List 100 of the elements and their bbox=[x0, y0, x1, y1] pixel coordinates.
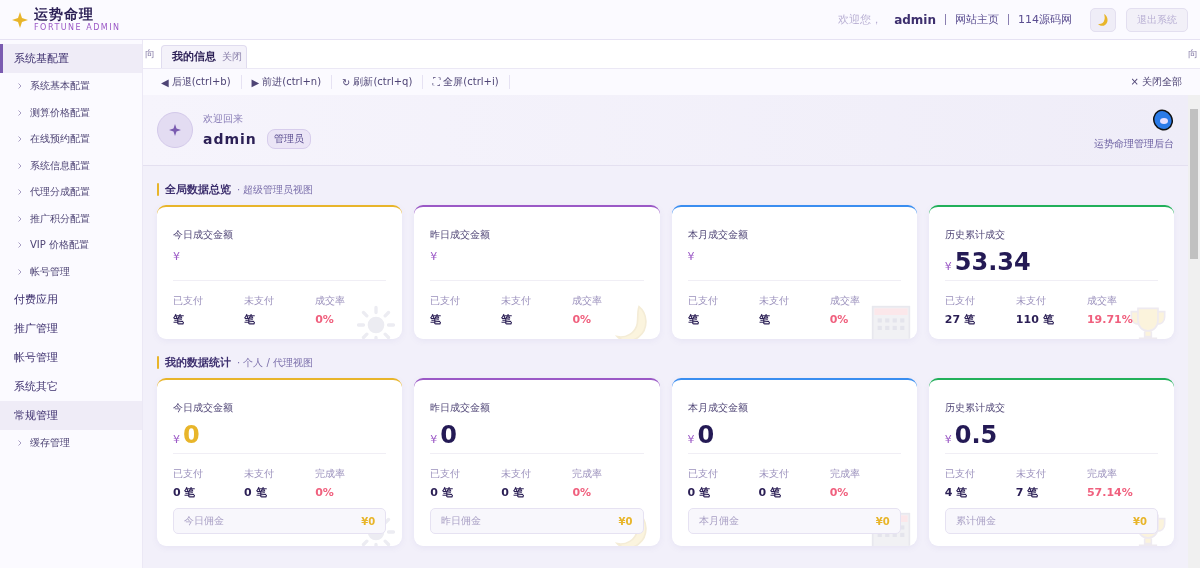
user-name: admin bbox=[894, 12, 936, 27]
sidebar-item[interactable]: 代理分成配置 bbox=[0, 179, 142, 206]
currency-symbol: ¥ bbox=[173, 250, 180, 263]
chevron-icon bbox=[18, 136, 22, 143]
role-badge: 管理员 bbox=[266, 128, 311, 149]
stat-label: 未支付 bbox=[501, 294, 532, 308]
stat-value: 0% bbox=[829, 313, 849, 326]
welcome-user: admin bbox=[203, 130, 257, 147]
header-link[interactable]: 网站主页 bbox=[955, 12, 999, 27]
sidebar-item[interactable]: 测算价格配置 bbox=[0, 99, 142, 126]
stat-label: 已支付 bbox=[173, 294, 203, 308]
stat-label: 成交率 bbox=[829, 294, 860, 308]
section-subtitle: · 个人 / 代理视图 bbox=[237, 355, 314, 370]
stat-value: 笔 bbox=[430, 312, 442, 327]
currency-symbol: ¥ bbox=[944, 433, 952, 446]
chevron-icon bbox=[18, 109, 22, 116]
moon-icon bbox=[1097, 13, 1109, 26]
stat-label: 未支付 bbox=[1015, 294, 1046, 308]
sparkle-icon bbox=[12, 11, 28, 28]
sidebar-item[interactable]: 系统信息配置 bbox=[0, 152, 142, 179]
stat-value: 0 笔 bbox=[687, 485, 710, 500]
app-title: 运势命理 bbox=[34, 7, 95, 21]
welcome-text: 欢迎回来 bbox=[203, 111, 244, 126]
chevron-icon bbox=[18, 162, 22, 169]
scroll-left-arrow[interactable]: 向 bbox=[145, 47, 155, 61]
commission-value: ¥0 bbox=[1133, 515, 1147, 527]
sidebar-item[interactable]: 在线预约配置 bbox=[0, 126, 142, 153]
app-subtitle: FORTUNE ADMIN bbox=[34, 24, 121, 32]
stat-value: 笔 bbox=[687, 312, 699, 327]
toolbar-button[interactable]: ◀ 后退(ctrl+b) bbox=[161, 75, 242, 89]
stat-label: 未支付 bbox=[501, 467, 532, 481]
stat-label: 成交率 bbox=[1086, 294, 1117, 308]
section-title: 我的数据统计 bbox=[165, 355, 231, 370]
chevron-icon bbox=[18, 215, 22, 222]
stat-value: 0 笔 bbox=[758, 485, 782, 500]
stat-value: 笔 bbox=[501, 312, 513, 327]
stat-label: 未支付 bbox=[758, 294, 789, 308]
stat-label: 已支付 bbox=[944, 294, 975, 308]
stat-value: 27 笔 bbox=[944, 312, 975, 327]
card-title: 本月成交金额 bbox=[687, 228, 748, 242]
commission-label: 本月佣金 bbox=[698, 514, 739, 528]
sidebar-item[interactable]: 系统基本配置 bbox=[0, 73, 142, 100]
sidebar-item[interactable]: VIP 价格配置 bbox=[0, 232, 142, 259]
header-link[interactable]: 114源码网 bbox=[1018, 12, 1072, 27]
currency-symbol: ¥ bbox=[687, 433, 695, 446]
tab[interactable]: 我的信息 关闭 bbox=[161, 45, 247, 68]
calendar-icon bbox=[870, 305, 911, 339]
stat-value: 0% bbox=[572, 486, 592, 499]
sidebar-group[interactable]: 系统基配置 bbox=[0, 44, 142, 73]
stat-label: 成交率 bbox=[315, 294, 346, 308]
currency-symbol: ¥ bbox=[430, 433, 438, 446]
toolbar-button[interactable]: ↻ 刷新(ctrl+q) bbox=[332, 75, 424, 89]
stat-label: 成交率 bbox=[572, 294, 603, 308]
stat-value: 0 笔 bbox=[173, 485, 196, 500]
stat-label: 已支付 bbox=[173, 467, 203, 481]
stat-value: 笔 bbox=[758, 312, 770, 327]
toolbar-button[interactable]: ⛶ 全屏(ctrl+i) bbox=[423, 75, 510, 89]
card-title: 历史累计成交 bbox=[944, 228, 1005, 242]
amount-value: 0 bbox=[697, 423, 715, 447]
commission-value: ¥0 bbox=[875, 515, 890, 527]
sidebar-item[interactable]: 推广积分配置 bbox=[0, 205, 142, 232]
stat-value: 110 笔 bbox=[1015, 312, 1054, 327]
stat-value: 19.71% bbox=[1086, 313, 1133, 326]
chevron-icon bbox=[18, 83, 22, 90]
commission-label: 今日佣金 bbox=[184, 514, 224, 528]
stat-label: 已支付 bbox=[430, 467, 461, 481]
stat-value: 0 笔 bbox=[430, 485, 453, 500]
sidebar-group[interactable]: 帐号管理 bbox=[0, 343, 142, 372]
scroll-right-arrow[interactable]: 向 bbox=[1188, 47, 1198, 61]
stat-label: 完成率 bbox=[829, 467, 860, 481]
stat-label: 已支付 bbox=[944, 467, 975, 481]
sidebar-item[interactable]: 帐号管理 bbox=[0, 258, 142, 285]
theme-toggle-button[interactable] bbox=[1090, 7, 1116, 32]
amount-value: 0 bbox=[440, 423, 457, 447]
close-all-button[interactable]: × 关闭全部 bbox=[1130, 75, 1182, 89]
amount-value: 0.5 bbox=[954, 423, 998, 447]
commission-label: 昨日佣金 bbox=[441, 514, 482, 528]
sparkle-icon bbox=[169, 124, 181, 136]
stat-value: 0% bbox=[315, 313, 334, 326]
section-subtitle: · 超级管理员视图 bbox=[237, 182, 314, 197]
commission-value: ¥0 bbox=[618, 515, 633, 527]
sidebar-group[interactable]: 系统其它 bbox=[0, 372, 142, 401]
sidebar-group[interactable]: 推广管理 bbox=[0, 314, 142, 343]
stat-value: 0 笔 bbox=[244, 485, 267, 500]
greeting-text: 欢迎您， bbox=[838, 12, 883, 27]
sidebar-group[interactable]: 付费应用 bbox=[0, 285, 142, 314]
chevron-icon bbox=[18, 268, 22, 275]
scrollbar[interactable] bbox=[1188, 95, 1200, 568]
toolbar-button[interactable]: ▶ 前进(ctrl+n) bbox=[241, 75, 333, 89]
stat-value: 0% bbox=[829, 486, 849, 499]
sidebar-group[interactable]: 常规管理 bbox=[0, 401, 142, 430]
stat-value: 4 笔 bbox=[944, 485, 968, 500]
sidebar-item[interactable]: 缓存管理 bbox=[0, 430, 142, 457]
card-title: 历史累计成交 bbox=[944, 401, 1005, 415]
app-name: 运势命理管理后台 bbox=[1094, 137, 1174, 151]
section-title: 全局数据总览 bbox=[165, 182, 231, 197]
card-title: 今日成交金额 bbox=[173, 401, 233, 415]
tab-close-link[interactable]: 关闭 bbox=[222, 50, 242, 64]
stat-label: 未支付 bbox=[1015, 467, 1046, 481]
card-title: 本月成交金额 bbox=[687, 401, 748, 415]
